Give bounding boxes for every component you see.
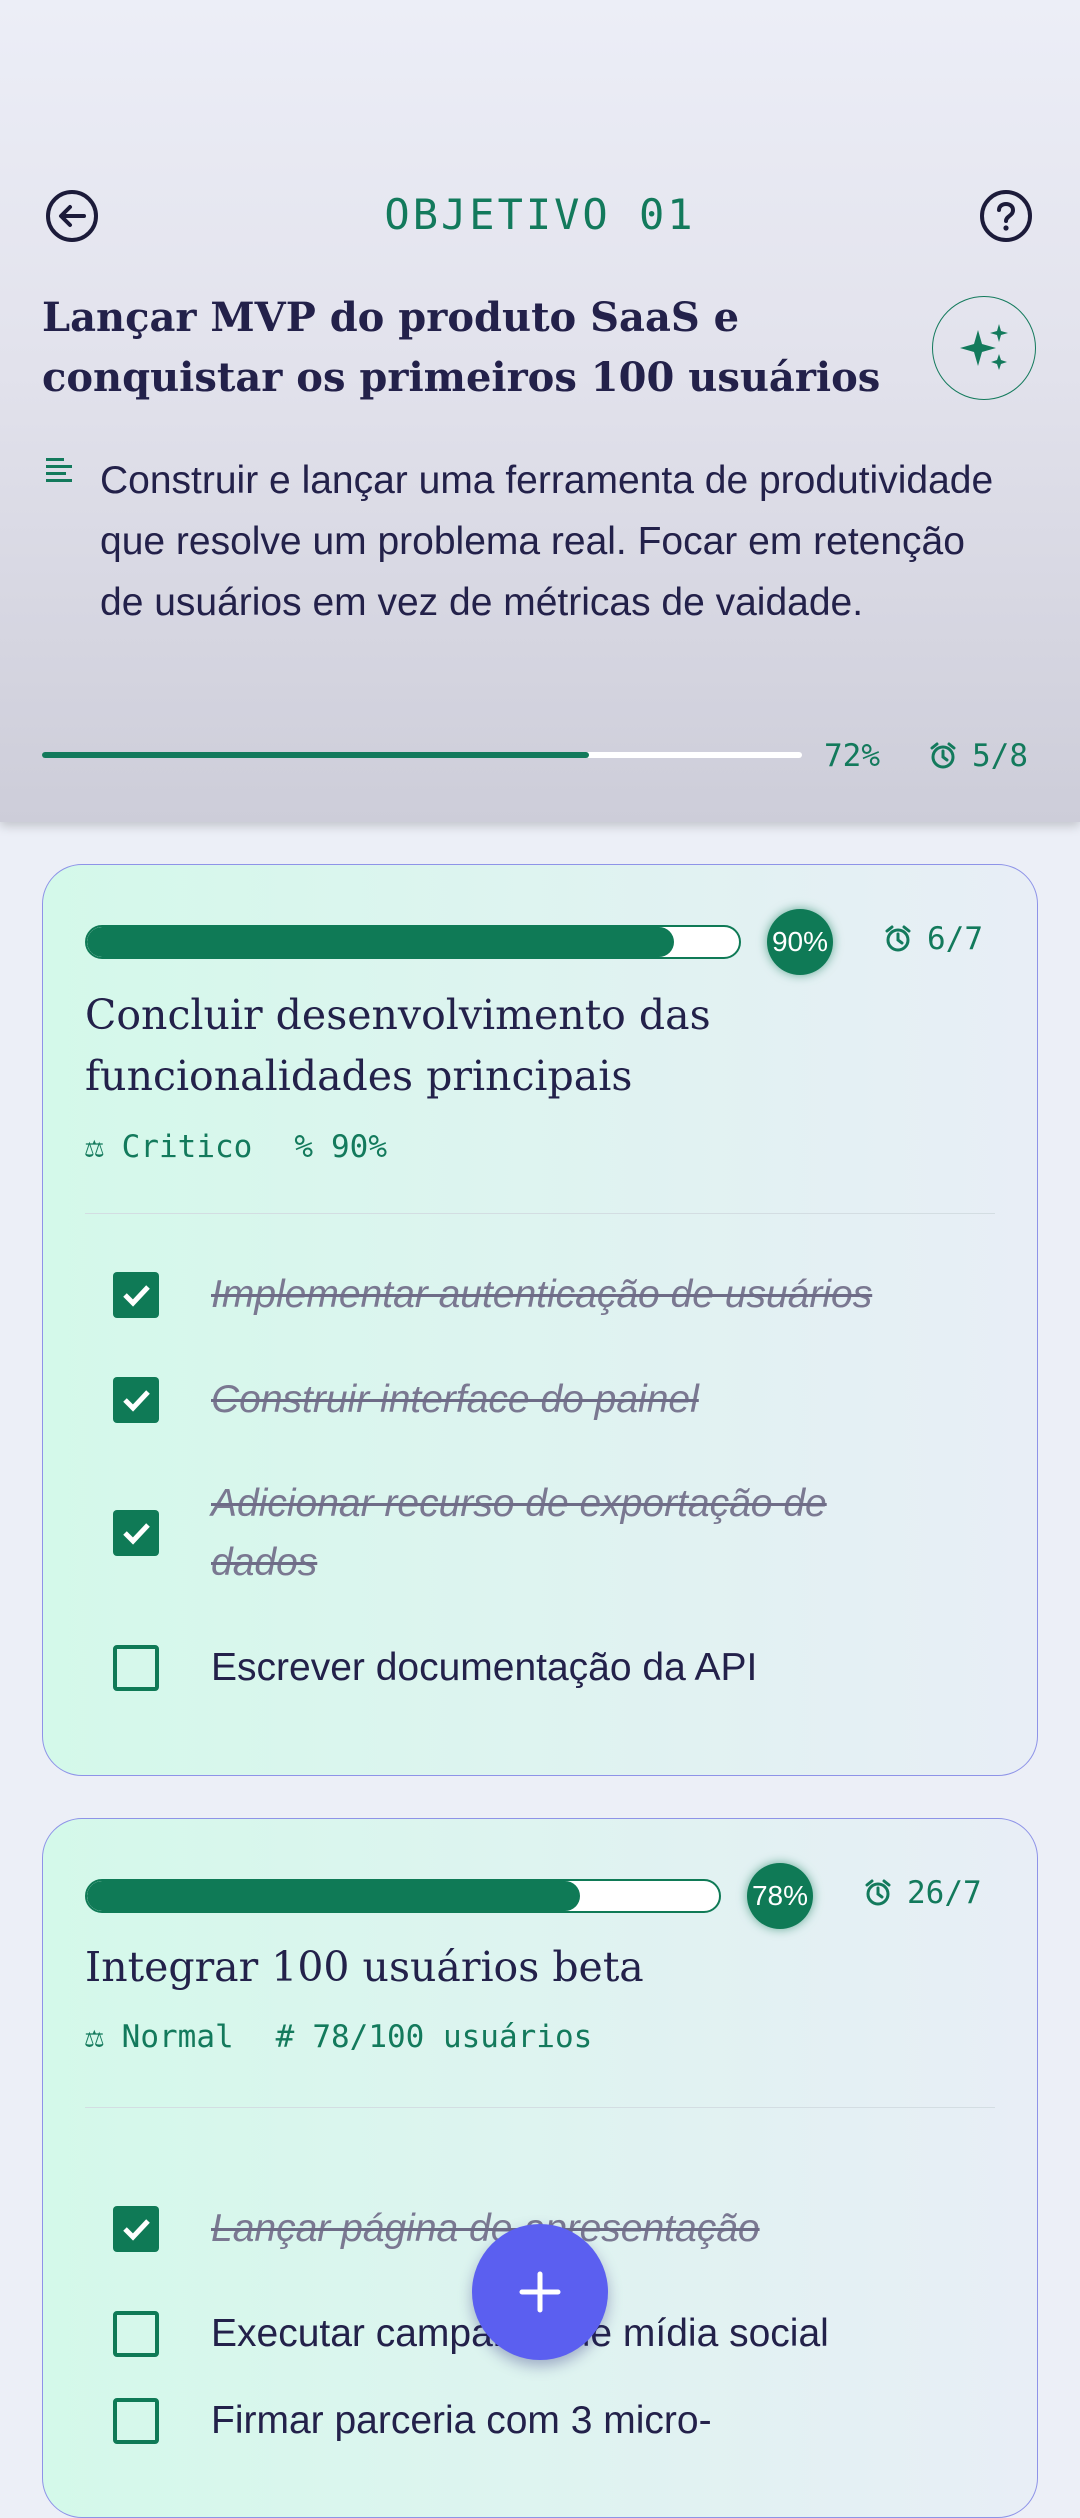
kr-meta: ⚖ Normal # 78/100 usuários xyxy=(85,2019,592,2055)
kr-task-count: 26/7 xyxy=(863,1875,982,1911)
task-label: Firmar parceria com 3 micro- xyxy=(211,2399,712,2442)
task-item[interactable]: Adicionar recurso de exportação de dados xyxy=(113,1474,873,1592)
key-result-card[interactable]: 90% 6/7 Concluir desenvolvimento das fun… xyxy=(42,864,1038,1776)
help-icon[interactable] xyxy=(978,188,1034,244)
kr-count-label: 26/7 xyxy=(907,1875,982,1911)
percent-icon: % xyxy=(294,1129,313,1165)
ai-sparkle-button[interactable] xyxy=(932,296,1036,400)
goal-task-count: 5/8 xyxy=(928,738,1028,774)
goal-description: Construir e lançar uma ferramenta de pro… xyxy=(100,459,994,624)
divider xyxy=(85,2107,995,2108)
task-item[interactable]: Construir interface do painel xyxy=(113,1370,973,1429)
divider xyxy=(85,1213,995,1214)
goal-title: Lançar MVP do produto SaaS e conquistar … xyxy=(42,294,881,401)
task-checkbox[interactable] xyxy=(113,2310,159,2357)
task-checkbox[interactable] xyxy=(113,1376,159,1423)
kr-title: Integrar 100 usuários beta xyxy=(85,1943,644,1991)
task-checkbox[interactable] xyxy=(113,1510,159,1556)
goal-progress-fill xyxy=(42,752,590,758)
plus-icon xyxy=(519,2271,561,2313)
sparkles-icon xyxy=(960,324,1008,370)
task-item[interactable]: Firmar parceria com 3 micro- xyxy=(113,2391,973,2450)
kr-metric: 78/100 usuários xyxy=(312,2019,593,2055)
task-checkbox[interactable] xyxy=(113,2397,159,2444)
alarm-clock-icon xyxy=(930,742,956,769)
add-button[interactable] xyxy=(472,2224,608,2360)
kr-priority: Normal xyxy=(121,2019,234,2055)
goal-count-label: 5/8 xyxy=(972,738,1028,774)
task-label: Construir interface do painel xyxy=(211,1378,699,1421)
kr-progress-fill xyxy=(87,927,674,957)
kr-count-label: 6/7 xyxy=(927,921,983,957)
checkmark-icon xyxy=(123,2218,150,2241)
key-result-card[interactable]: 78% 26/7 Integrar 100 usuários beta ⚖ No… xyxy=(42,1818,1038,2518)
alarm-clock-icon xyxy=(865,1879,891,1906)
objective-label: OBJETIVO 01 xyxy=(384,190,696,239)
objective-header: OBJETIVO 01 Lançar MVP do produto SaaS e… xyxy=(0,0,1080,822)
kr-percent-badge: 78% xyxy=(747,1863,813,1929)
task-label: Lançar página de apresentação xyxy=(211,2207,760,2250)
description-lines-icon xyxy=(46,458,72,482)
checkmark-icon xyxy=(123,1284,150,1307)
kr-metric: 90% xyxy=(331,1129,387,1165)
kr-title: Concluir desenvolvimento das funcionalid… xyxy=(85,991,711,1100)
kr-priority: Critico xyxy=(121,1129,253,1165)
task-checkbox[interactable] xyxy=(113,1644,159,1691)
kr-percent-badge: 90% xyxy=(767,909,833,975)
task-item[interactable]: Escrever documentação da API xyxy=(113,1638,973,1697)
kr-task-count: 6/7 xyxy=(883,921,983,957)
kr-progress-bar xyxy=(85,925,741,959)
scale-icon: ⚖ xyxy=(85,1129,104,1165)
task-item[interactable]: Implementar autenticação de usuários xyxy=(113,1265,973,1324)
hash-icon: # xyxy=(275,2019,295,2055)
goal-progress-bar xyxy=(42,752,802,758)
task-checkbox[interactable] xyxy=(113,2205,159,2252)
task-label: Escrever documentação da API xyxy=(211,1646,758,1689)
task-label: Adicionar recurso de exportação de dados xyxy=(211,1482,827,1584)
task-checkbox[interactable] xyxy=(113,1271,159,1318)
kr-progress-fill xyxy=(87,1881,580,1911)
kr-meta: ⚖ Critico % 90% xyxy=(85,1129,387,1165)
goal-progress-percent: 72% xyxy=(824,738,880,774)
alarm-clock-icon xyxy=(885,925,911,952)
checkmark-icon xyxy=(123,1523,150,1545)
scale-icon: ⚖ xyxy=(85,2019,104,2055)
kr-progress-bar xyxy=(85,1879,721,1913)
checkmark-icon xyxy=(123,1389,150,1412)
task-label: Implementar autenticação de usuários xyxy=(211,1273,873,1316)
